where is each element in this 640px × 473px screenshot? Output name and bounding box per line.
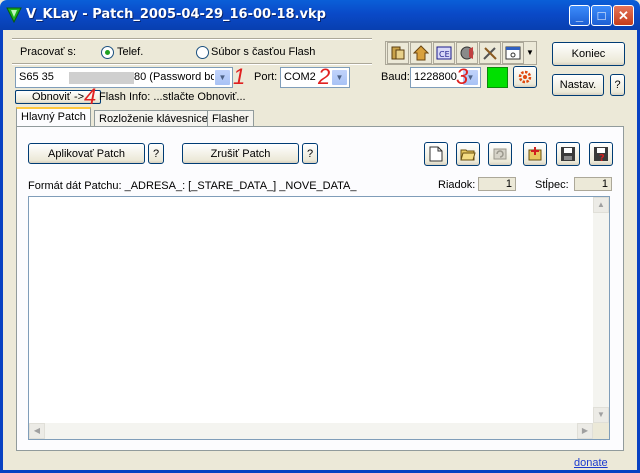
title-bar[interactable]: V_KLay - Patch_2005-04-29_16-00-18.vkp _… bbox=[0, 0, 640, 30]
svg-text:CE: CE bbox=[439, 50, 450, 59]
patch-format-text: Formát dát Patchu: _ADRESA_: [_STARE_DAT… bbox=[28, 180, 357, 192]
port-value: COM2 bbox=[284, 71, 316, 83]
radio-phone-label[interactable]: Telef. bbox=[117, 46, 143, 58]
close-button[interactable]: ✕ bbox=[613, 5, 634, 26]
baud-select[interactable]: 1228800 ▼ bbox=[410, 67, 481, 88]
apply-patch-button[interactable]: Aplikovať Patch bbox=[28, 143, 145, 164]
exit-button[interactable]: Koniec bbox=[552, 42, 625, 66]
home-icon[interactable] bbox=[410, 42, 432, 64]
baud-label: Baud: bbox=[381, 71, 410, 83]
open-folder-icon[interactable] bbox=[456, 142, 480, 166]
marker-3: 3 bbox=[456, 64, 469, 89]
scroll-corner bbox=[593, 423, 609, 439]
radio-phone[interactable] bbox=[101, 46, 114, 59]
tab-main-patch[interactable]: Hlavný Patch bbox=[16, 107, 91, 127]
port-label: Port: bbox=[254, 71, 278, 83]
window-title: V_KLay - Patch_2005-04-29_16-00-18.vkp bbox=[26, 7, 326, 22]
row-label: Riadok: bbox=[438, 179, 476, 191]
work-mode-label: Pracovať s: bbox=[20, 46, 77, 58]
divider bbox=[12, 38, 372, 40]
reload-icon[interactable] bbox=[488, 142, 512, 166]
horizontal-scrollbar[interactable]: ◀ ▶ bbox=[29, 423, 593, 439]
marker-2: 2 bbox=[318, 64, 331, 89]
new-file-icon[interactable] bbox=[424, 142, 448, 166]
marker-1: 1 bbox=[233, 64, 246, 89]
help-button[interactable]: ? bbox=[610, 74, 625, 96]
radio-flash-file[interactable] bbox=[196, 46, 209, 59]
settings-button[interactable]: Nastav. bbox=[552, 74, 604, 96]
tools-dropdown-arrow-icon[interactable]: ▼ bbox=[525, 42, 535, 64]
add-patch-icon[interactable] bbox=[523, 142, 547, 166]
column-value: 1 bbox=[574, 177, 612, 191]
gear-icon[interactable] bbox=[513, 66, 537, 88]
chevron-down-icon[interactable]: ▼ bbox=[331, 69, 348, 86]
maximize-button[interactable]: □ bbox=[591, 5, 612, 26]
chevron-down-icon[interactable]: ▼ bbox=[214, 69, 231, 86]
cancel-help-button[interactable]: ? bbox=[302, 143, 318, 164]
flash-info-text: Flash Info: ...stlačte Obnoviť... bbox=[99, 91, 246, 103]
column-label: Stĺpec: bbox=[535, 179, 569, 191]
app-logo-icon bbox=[6, 7, 22, 23]
save-icon[interactable] bbox=[556, 142, 580, 166]
donate-link[interactable]: donate bbox=[574, 457, 608, 469]
apply-help-button[interactable]: ? bbox=[148, 143, 164, 164]
tools-icon[interactable] bbox=[479, 42, 501, 64]
vertical-scrollbar[interactable]: ▲ ▼ bbox=[593, 197, 609, 423]
radio-flash-file-label[interactable]: Súbor s časťou Flash bbox=[211, 46, 315, 58]
svg-text:?: ? bbox=[599, 153, 605, 162]
minimize-button[interactable]: _ bbox=[569, 5, 590, 26]
baud-value: 1228800 bbox=[414, 71, 457, 83]
phone-book-icon[interactable] bbox=[387, 42, 409, 64]
scroll-down-icon[interactable]: ▼ bbox=[593, 407, 609, 423]
connection-status-indicator bbox=[487, 67, 508, 88]
scroll-up-icon[interactable]: ▲ bbox=[593, 197, 609, 213]
row-value: 1 bbox=[478, 177, 516, 191]
speaker-icon[interactable] bbox=[456, 42, 478, 64]
scroll-left-icon[interactable]: ◀ bbox=[29, 423, 45, 439]
cancel-patch-button[interactable]: Zrušiť Patch bbox=[182, 143, 299, 164]
port-select[interactable]: COM2 ▼ bbox=[280, 67, 350, 88]
phone-model-select[interactable]: S65 35 80 (Password boot) ▼ bbox=[15, 67, 233, 88]
redacted-block bbox=[69, 72, 134, 84]
patch-editor[interactable]: ▲ ▼ ◀ ▶ bbox=[28, 196, 610, 440]
window-tool-icon[interactable] bbox=[502, 42, 524, 64]
phone-model-prefix: S65 35 bbox=[19, 71, 54, 83]
scroll-right-icon[interactable]: ▶ bbox=[577, 423, 593, 439]
save-as-icon[interactable]: ? bbox=[589, 142, 613, 166]
ce-icon[interactable]: CE bbox=[433, 42, 455, 64]
